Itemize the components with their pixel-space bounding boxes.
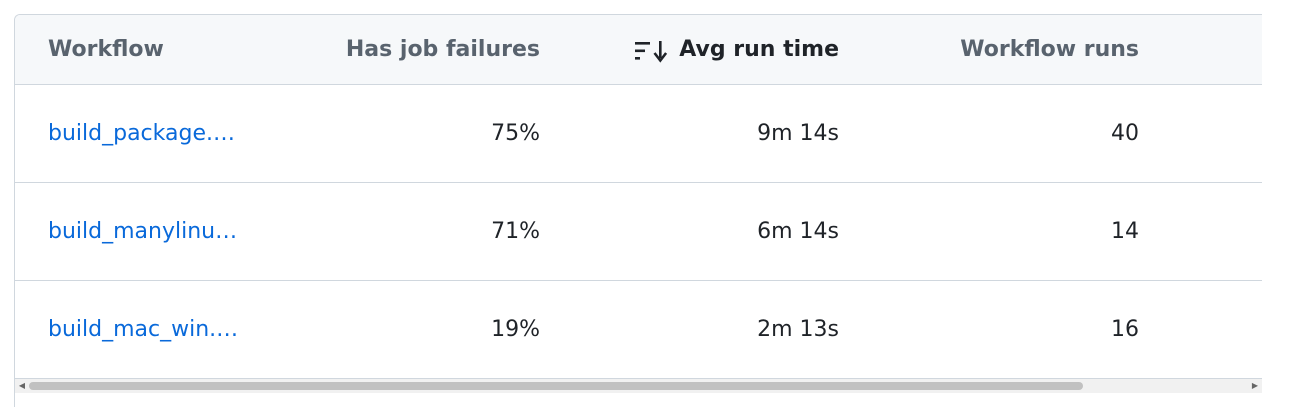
sort-descending-icon[interactable]: [635, 39, 669, 63]
failures-cell: 71%: [491, 219, 540, 244]
avg-run-time-cell: 9m 14s: [757, 121, 839, 146]
column-header-has-job-failures[interactable]: Has job failures: [315, 37, 540, 63]
failures-cell: 19%: [491, 317, 540, 342]
column-header-workflow[interactable]: Workflow: [48, 37, 164, 63]
workflow-runs-cell: 14: [1111, 219, 1139, 244]
workflow-runs-cell: 40: [1111, 121, 1139, 146]
workflow-runs-cell: 16: [1111, 317, 1139, 342]
failures-cell: 75%: [491, 121, 540, 146]
horizontal-scrollbar[interactable]: ◀ ▶: [15, 379, 1262, 393]
column-header-workflow-runs[interactable]: Workflow runs: [915, 37, 1139, 63]
avg-run-time-cell: 2m 13s: [757, 317, 839, 342]
workflow-link[interactable]: build_mac_win.…: [48, 317, 238, 343]
workflow-table: Workflow Has job failures Avg run time W…: [14, 14, 1262, 407]
avg-run-time-cell: 6m 14s: [757, 219, 839, 244]
column-header-avg-run-time[interactable]: Avg run time: [675, 37, 839, 63]
workflow-link[interactable]: build_manylinu…: [48, 219, 237, 245]
table-row: build_manylinu… 71% 6m 14s 14: [15, 183, 1262, 281]
table-header: Workflow Has job failures Avg run time W…: [15, 15, 1262, 85]
scroll-right-arrow-icon[interactable]: ▶: [1249, 379, 1261, 393]
workflow-link[interactable]: build_package.…: [48, 121, 235, 147]
scroll-left-arrow-icon[interactable]: ◀: [16, 379, 28, 393]
scrollbar-thumb[interactable]: [29, 382, 1083, 390]
table-row: build_package.… 75% 9m 14s 40: [15, 85, 1262, 183]
table-row: build_mac_win.… 19% 2m 13s 16: [15, 281, 1262, 379]
